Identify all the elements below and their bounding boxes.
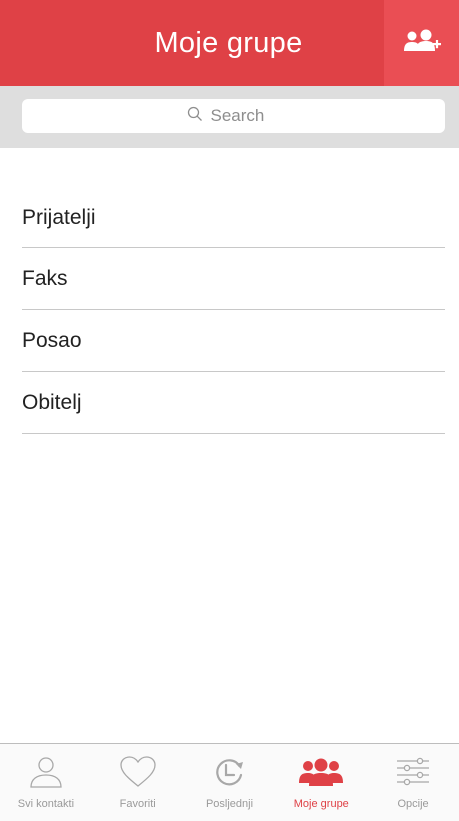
list-item[interactable]: Prijatelji [22, 188, 445, 248]
tab-label: Svi kontakti [17, 798, 75, 810]
sliders-icon [395, 754, 431, 790]
heart-icon [118, 754, 158, 790]
recent-clock-icon [211, 754, 247, 790]
group-icon [298, 754, 344, 790]
add-group-button[interactable] [384, 0, 459, 86]
tab-bar: Svi kontakti Favoriti Posljednji Moje gr… [0, 743, 459, 821]
page-title: Moje grupe [154, 26, 303, 59]
tab-svi-kontakti[interactable]: Svi kontakti [0, 744, 92, 821]
list-item[interactable]: Posao [22, 310, 445, 372]
list-item[interactable]: Faks [22, 248, 445, 310]
search-field[interactable] [22, 99, 445, 133]
tab-posljednji[interactable]: Posljednji [184, 744, 276, 821]
person-icon [28, 754, 64, 790]
tab-label: Favoriti [119, 798, 156, 810]
tab-label: Posljednji [205, 798, 254, 810]
add-group-icon [402, 27, 442, 60]
search-bar [0, 86, 459, 148]
tab-opcije[interactable]: Opcije [367, 744, 459, 821]
group-list: Prijatelji Faks Posao Obitelj [22, 188, 445, 434]
search-icon [187, 106, 211, 127]
list-item[interactable]: Obitelj [22, 372, 445, 434]
app-header: Moje grupe [0, 0, 459, 86]
tab-label: Opcije [397, 798, 429, 810]
tab-favoriti[interactable]: Favoriti [92, 744, 184, 821]
tab-moje-grupe[interactable]: Moje grupe [275, 744, 367, 821]
tab-label: Moje grupe [293, 798, 349, 810]
search-input[interactable] [210, 106, 281, 126]
